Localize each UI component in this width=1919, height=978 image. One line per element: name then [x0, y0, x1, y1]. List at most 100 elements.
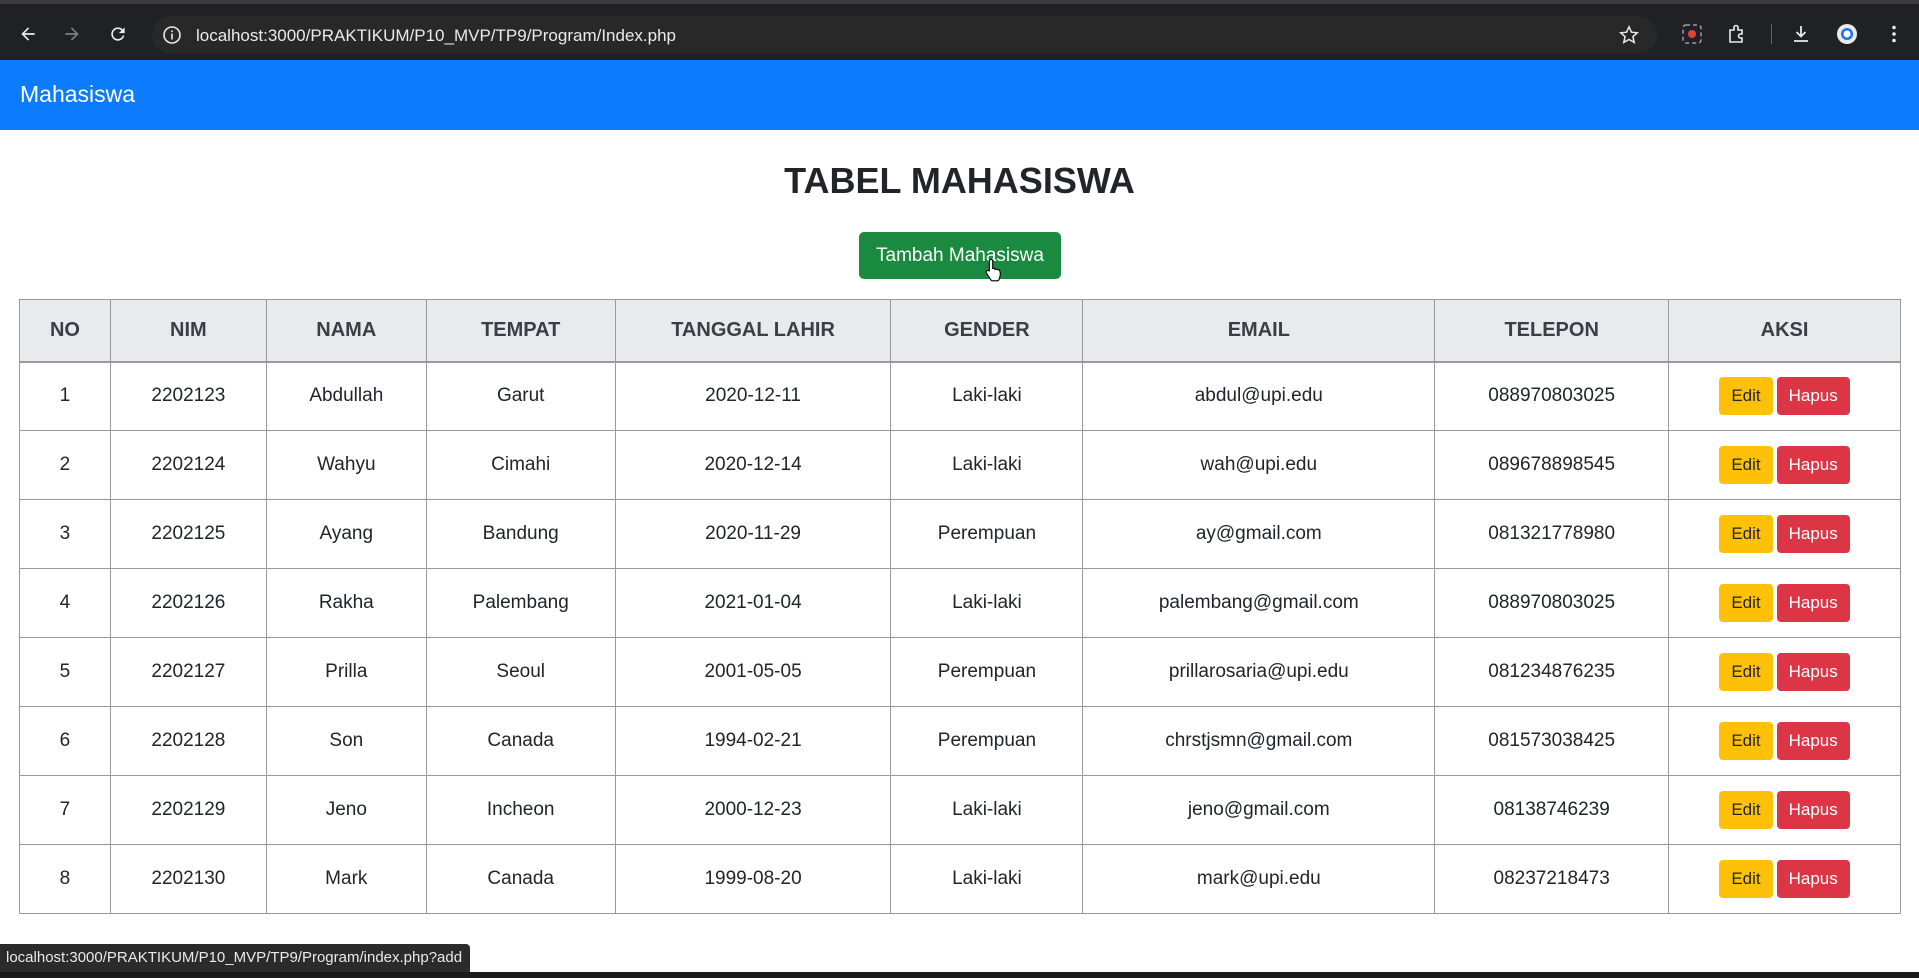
cell-tanggal-lahir: 2020-12-14: [614, 430, 892, 500]
site-info-icon[interactable]: [162, 25, 182, 45]
cell-no: 5: [19, 637, 111, 707]
header-tempat: TEMPAT: [425, 299, 616, 363]
cell-aksi: Edit Hapus: [1668, 637, 1901, 707]
cell-tanggal-lahir: 2020-12-11: [614, 361, 892, 431]
mahasiswa-table: NO NIM NAMA TEMPAT TANGGAL LAHIR GENDER …: [19, 299, 1901, 914]
toolbar-divider: [1771, 24, 1772, 44]
forward-icon[interactable]: [60, 22, 84, 46]
cell-nama: Abdullah: [265, 361, 427, 431]
cell-tempat: Garut: [425, 361, 616, 431]
cell-tempat: Incheon: [425, 775, 616, 845]
cell-nama: Son: [265, 706, 427, 776]
edit-button[interactable]: Edit: [1719, 446, 1773, 484]
cell-telepon: 089678898545: [1434, 430, 1670, 500]
cell-telepon: 081573038425: [1434, 706, 1670, 776]
table-row: 7 2202129 Jeno Incheon 2000-12-23 Laki-laki je…: [19, 775, 1901, 845]
delete-button[interactable]: Hapus: [1776, 515, 1850, 553]
cell-nama: Wahyu: [265, 430, 427, 500]
reload-icon[interactable]: [106, 22, 130, 46]
cell-email: palembang@gmail.com: [1082, 568, 1436, 638]
cell-tanggal-lahir: 1999-08-20: [614, 844, 892, 914]
header-telepon: TELEPON: [1434, 299, 1670, 363]
screen-record-icon[interactable]: [1681, 23, 1703, 45]
app-navbar: Mahasiswa: [0, 60, 1919, 130]
delete-button[interactable]: Hapus: [1776, 722, 1850, 760]
cell-tanggal-lahir: 1994-02-21: [614, 706, 892, 776]
cell-tanggal-lahir: 2000-12-23: [614, 775, 892, 845]
cell-aksi: Edit Hapus: [1668, 706, 1901, 776]
table-row: 6 2202128 Son Canada 1994-02-21 Perempuan chrs…: [19, 706, 1901, 776]
profile-avatar-icon[interactable]: [1836, 23, 1858, 45]
hand-cursor-icon: [985, 258, 1003, 282]
cell-aksi: Edit Hapus: [1668, 430, 1901, 500]
delete-button[interactable]: Hapus: [1776, 377, 1850, 416]
table-body: 1 2202123 Abdullah Garut 2020-12-11 Laki-laki…: [19, 361, 1901, 914]
table-row: 8 2202130 Mark Canada 1999-08-20 Laki-laki mar…: [19, 844, 1901, 914]
bookmark-star-icon[interactable]: [1618, 25, 1640, 45]
cell-telepon: 081321778980: [1434, 499, 1670, 569]
cell-telepon: 081234876235: [1434, 637, 1670, 707]
add-mahasiswa-button[interactable]: Tambah Mahasiswa: [859, 232, 1061, 279]
back-icon[interactable]: [16, 22, 40, 46]
table-row: 5 2202127 Prilla Seoul 2001-05-05 Perempuan pr…: [19, 637, 1901, 707]
cell-tempat: Canada: [425, 706, 616, 776]
browser-toolbar: localhost:3000/PRAKTIKUM/P10_MVP/TP9/Pro…: [0, 0, 1919, 60]
cell-nama: Ayang: [265, 499, 427, 569]
cell-aksi: Edit Hapus: [1668, 775, 1901, 845]
menu-kebab-icon[interactable]: [1883, 23, 1905, 45]
cell-telepon: 088970803025: [1434, 361, 1670, 431]
cell-telepon: 088970803025: [1434, 568, 1670, 638]
cell-tanggal-lahir: 2020-11-29: [614, 499, 892, 569]
edit-button[interactable]: Edit: [1719, 860, 1773, 898]
cell-email: ay@gmail.com: [1082, 499, 1436, 569]
header-no: NO: [19, 299, 111, 363]
table-header-row: NO NIM NAMA TEMPAT TANGGAL LAHIR GENDER …: [19, 299, 1901, 363]
cell-email: jeno@gmail.com: [1082, 775, 1436, 845]
edit-button[interactable]: Edit: [1719, 515, 1773, 553]
cell-email: wah@upi.edu: [1082, 430, 1436, 500]
delete-button[interactable]: Hapus: [1776, 446, 1850, 484]
edit-button[interactable]: Edit: [1719, 584, 1773, 622]
edit-button[interactable]: Edit: [1719, 791, 1773, 829]
edit-button[interactable]: Edit: [1719, 377, 1773, 416]
header-email: EMAIL: [1082, 299, 1436, 363]
cell-nim: 2202127: [109, 637, 267, 707]
cell-nim: 2202130: [109, 844, 267, 914]
cell-nim: 2202125: [109, 499, 267, 569]
download-icon[interactable]: [1790, 23, 1812, 45]
url-text[interactable]: localhost:3000/PRAKTIKUM/P10_MVP/TP9/Pro…: [196, 26, 676, 46]
delete-button[interactable]: Hapus: [1776, 791, 1850, 829]
cell-tempat: Bandung: [425, 499, 616, 569]
address-bar[interactable]: localhost:3000/PRAKTIKUM/P10_MVP/TP9/Pro…: [152, 16, 1657, 54]
edit-button[interactable]: Edit: [1719, 722, 1773, 760]
cell-no: 2: [19, 430, 111, 500]
header-tanggal-lahir: TANGGAL LAHIR: [614, 299, 892, 363]
cell-gender: Perempuan: [890, 706, 1084, 776]
cell-aksi: Edit Hapus: [1668, 844, 1901, 914]
page-title: TABEL MAHASISWA: [784, 160, 1135, 201]
cell-gender: Laki-laki: [890, 775, 1084, 845]
cell-no: 1: [19, 361, 111, 431]
cell-aksi: Edit Hapus: [1668, 568, 1901, 638]
navbar-brand[interactable]: Mahasiswa: [20, 81, 135, 108]
cell-tempat: Canada: [425, 844, 616, 914]
delete-button[interactable]: Hapus: [1776, 860, 1850, 898]
edit-button[interactable]: Edit: [1719, 653, 1773, 691]
table-row: 4 2202126 Rakha Palembang 2021-01-04 Laki-lak…: [19, 568, 1901, 638]
cell-nim: 2202128: [109, 706, 267, 776]
cell-tempat: Seoul: [425, 637, 616, 707]
header-nim: NIM: [109, 299, 267, 363]
header-nama: NAMA: [265, 299, 427, 363]
extensions-icon[interactable]: [1726, 23, 1748, 45]
cell-aksi: Edit Hapus: [1668, 361, 1901, 431]
cell-tanggal-lahir: 2001-05-05: [614, 637, 892, 707]
cell-nama: Rakha: [265, 568, 427, 638]
cell-email: chrstjsmn@gmail.com: [1082, 706, 1436, 776]
cell-tempat: Palembang: [425, 568, 616, 638]
delete-button[interactable]: Hapus: [1776, 584, 1850, 622]
cell-no: 8: [19, 844, 111, 914]
window-bottom-edge: [0, 972, 1919, 978]
delete-button[interactable]: Hapus: [1776, 653, 1850, 691]
cell-gender: Laki-laki: [890, 361, 1084, 431]
cell-gender: Perempuan: [890, 499, 1084, 569]
